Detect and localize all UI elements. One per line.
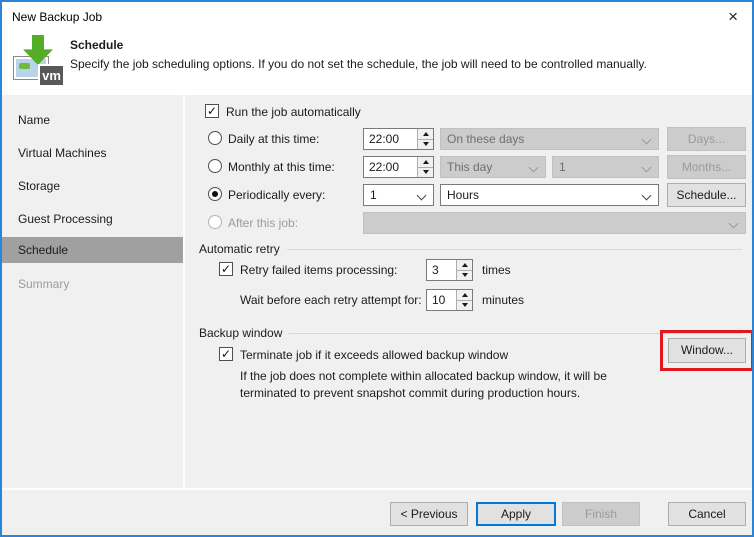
chevron-down-icon	[642, 135, 652, 145]
days-button: Days...	[667, 127, 746, 151]
sidebar-item-name[interactable]: Name	[2, 107, 183, 133]
retry-count-down-button[interactable]	[457, 270, 472, 281]
retry-wait-minutes-input[interactable]: 10	[426, 289, 473, 311]
sidebar-item-guest-processing[interactable]: Guest Processing	[2, 206, 183, 232]
after-job-label: After this job:	[228, 215, 298, 231]
chevron-down-icon	[529, 163, 539, 173]
retry-failed-items-label: Retry failed items processing:	[240, 262, 397, 278]
retry-minutes-suffix: minutes	[482, 292, 524, 308]
daily-radio[interactable]	[208, 131, 222, 145]
retry-count-input[interactable]: 3	[426, 259, 473, 281]
check-icon: ✓	[221, 348, 231, 360]
group-divider-line	[287, 249, 742, 250]
backup-window-description-line2: terminated to prevent snapshot commit du…	[240, 385, 580, 401]
apply-button[interactable]: Apply	[476, 502, 556, 526]
periodically-interval-select[interactable]: 1	[363, 184, 434, 206]
backup-window-description-line1: If the job does not complete within allo…	[240, 368, 607, 384]
after-job-select	[363, 212, 746, 234]
sidebar-item-storage[interactable]: Storage	[2, 173, 183, 199]
periodically-radio[interactable]	[208, 187, 222, 201]
cancel-button[interactable]: Cancel	[668, 502, 746, 526]
chevron-down-icon	[729, 219, 739, 229]
monthly-time-input[interactable]: 22:00	[363, 156, 434, 178]
vm-badge: vm	[38, 64, 63, 85]
sidebar-item-summary: Summary	[2, 271, 183, 297]
window-button[interactable]: Window...	[668, 338, 746, 363]
monthly-time-value: 22:00	[364, 157, 417, 177]
wizard-footer: < Previous Apply Finish Cancel	[2, 488, 752, 535]
retry-times-suffix: times	[482, 262, 511, 278]
daily-days-select: On these days	[440, 128, 659, 150]
chevron-down-icon	[417, 191, 427, 201]
monthly-label: Monthly at this time:	[228, 159, 335, 175]
retry-wait-up-button[interactable]	[457, 290, 472, 300]
daily-time-input[interactable]: 22:00	[363, 128, 434, 150]
new-backup-job-dialog: New Backup Job × vm Schedule Specify the…	[0, 0, 754, 537]
daily-time-value: 22:00	[364, 129, 417, 149]
daily-time-up-button[interactable]	[418, 129, 433, 139]
wait-before-retry-label: Wait before each retry attempt for:	[240, 292, 422, 308]
chevron-down-icon	[642, 163, 652, 173]
chevron-down-icon	[642, 191, 652, 201]
backup-window-group-header: Backup window	[199, 326, 742, 340]
close-icon[interactable]: ×	[728, 8, 738, 26]
header-band: New Backup Job × vm Schedule Specify the…	[2, 2, 752, 95]
wizard-steps-sidebar: Name Virtual Machines Storage Guest Proc…	[2, 95, 185, 488]
window-title: New Backup Job	[12, 10, 102, 24]
retry-failed-items-checkbox[interactable]: ✓	[219, 262, 233, 276]
backup-window-title: Backup window	[199, 326, 282, 340]
after-job-radio	[208, 215, 222, 229]
finish-button: Finish	[562, 502, 640, 526]
daily-time-down-button[interactable]	[418, 139, 433, 150]
schedule-button[interactable]: Schedule...	[667, 183, 746, 207]
monthly-day-select: This day	[440, 156, 546, 178]
retry-count-up-button[interactable]	[457, 260, 472, 270]
monthly-day-number-select: 1	[552, 156, 659, 178]
retry-wait-down-button[interactable]	[457, 300, 472, 311]
schedule-settings-panel: ✓ Run the job automatically Daily at thi…	[187, 95, 752, 488]
step-title: Schedule	[70, 38, 123, 52]
automatic-retry-title: Automatic retry	[199, 242, 280, 256]
check-icon: ✓	[207, 105, 217, 117]
backup-job-icon: vm	[13, 35, 63, 85]
sidebar-item-virtual-machines[interactable]: Virtual Machines	[2, 140, 183, 166]
check-icon: ✓	[221, 263, 231, 275]
periodically-unit-select[interactable]: Hours	[440, 184, 659, 206]
run-automatically-checkbox[interactable]: ✓	[205, 104, 219, 118]
terminate-job-checkbox[interactable]: ✓	[219, 347, 233, 361]
monthly-time-down-button[interactable]	[418, 167, 433, 178]
monthly-radio[interactable]	[208, 159, 222, 173]
previous-button[interactable]: < Previous	[390, 502, 468, 526]
sidebar-item-schedule[interactable]: Schedule	[2, 237, 183, 263]
run-automatically-label: Run the job automatically	[226, 104, 361, 120]
daily-label: Daily at this time:	[228, 131, 319, 147]
periodically-label: Periodically every:	[228, 187, 325, 203]
step-description: Specify the job scheduling options. If y…	[70, 57, 647, 71]
retry-count-value: 3	[427, 260, 456, 280]
retry-wait-minutes-value: 10	[427, 290, 456, 310]
terminate-job-label: Terminate job if it exceeds allowed back…	[240, 347, 508, 363]
months-button: Months...	[667, 155, 746, 179]
group-divider-line	[289, 333, 742, 334]
automatic-retry-group-header: Automatic retry	[199, 242, 742, 256]
monthly-time-up-button[interactable]	[418, 157, 433, 167]
